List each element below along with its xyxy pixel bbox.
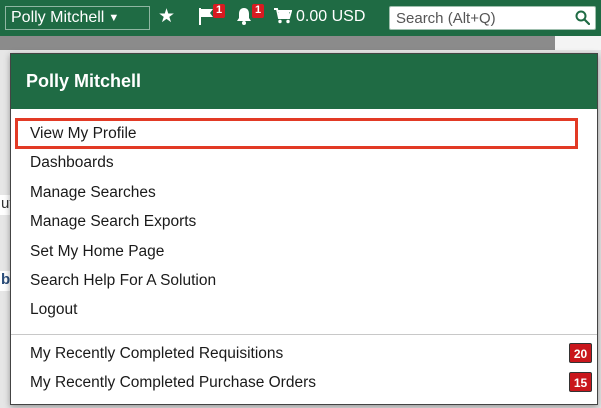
top-navigation-bar: Polly Mitchell ▼ ★ 1 1 0.00 USD [0,0,601,36]
menu-item-manage-search-exports[interactable]: Manage Search Exports [11,207,597,236]
flag-icon[interactable] [198,7,214,31]
page-header-strip-light [555,36,601,50]
caret-down-icon: ▼ [108,12,120,24]
cart-total: 0.00 USD [296,8,366,25]
menu-item-view-my-profile[interactable]: View My Profile [15,117,578,150]
notification-count-badge: 1 [252,4,265,18]
recent-purchase-orders-label: My Recently Completed Purchase Orders [30,373,317,391]
user-dropdown-menu: Polly Mitchell View My Profile Dashboard… [10,53,598,405]
star-icon[interactable]: ★ [158,6,175,28]
user-name-label: Polly Mitchell [11,9,105,26]
menu-item-dashboards[interactable]: Dashboards [11,148,597,177]
recent-requisitions-link[interactable]: My Recently Completed Requisitions 20 [11,339,597,368]
cart-button[interactable]: 0.00 USD [274,6,365,28]
purchase-orders-count-badge: 15 [569,371,592,392]
recent-purchase-orders-link[interactable]: My Recently Completed Purchase Orders 15 [11,368,597,397]
recent-requisitions-label: My Recently Completed Requisitions [30,344,284,362]
search-icon[interactable] [575,10,591,30]
page-header-strip [0,36,601,50]
flag-count-badge: 1 [213,4,226,18]
menu-divider [11,333,597,335]
menu-item-search-help[interactable]: Search Help For A Solution [11,266,597,295]
bell-icon[interactable] [236,7,252,31]
search-input[interactable] [390,7,570,29]
dropdown-title: Polly Mitchell [11,54,597,109]
requisitions-count-badge: 20 [569,342,592,363]
cart-icon [274,8,293,24]
menu-list: View My Profile Dashboards Manage Search… [11,109,597,325]
menu-item-logout[interactable]: Logout [11,295,597,324]
user-menu-toggle[interactable]: Polly Mitchell ▼ [5,6,150,30]
menu-item-set-my-home-page[interactable]: Set My Home Page [11,237,597,266]
menu-item-manage-searches[interactable]: Manage Searches [11,178,597,207]
global-search [389,6,596,30]
